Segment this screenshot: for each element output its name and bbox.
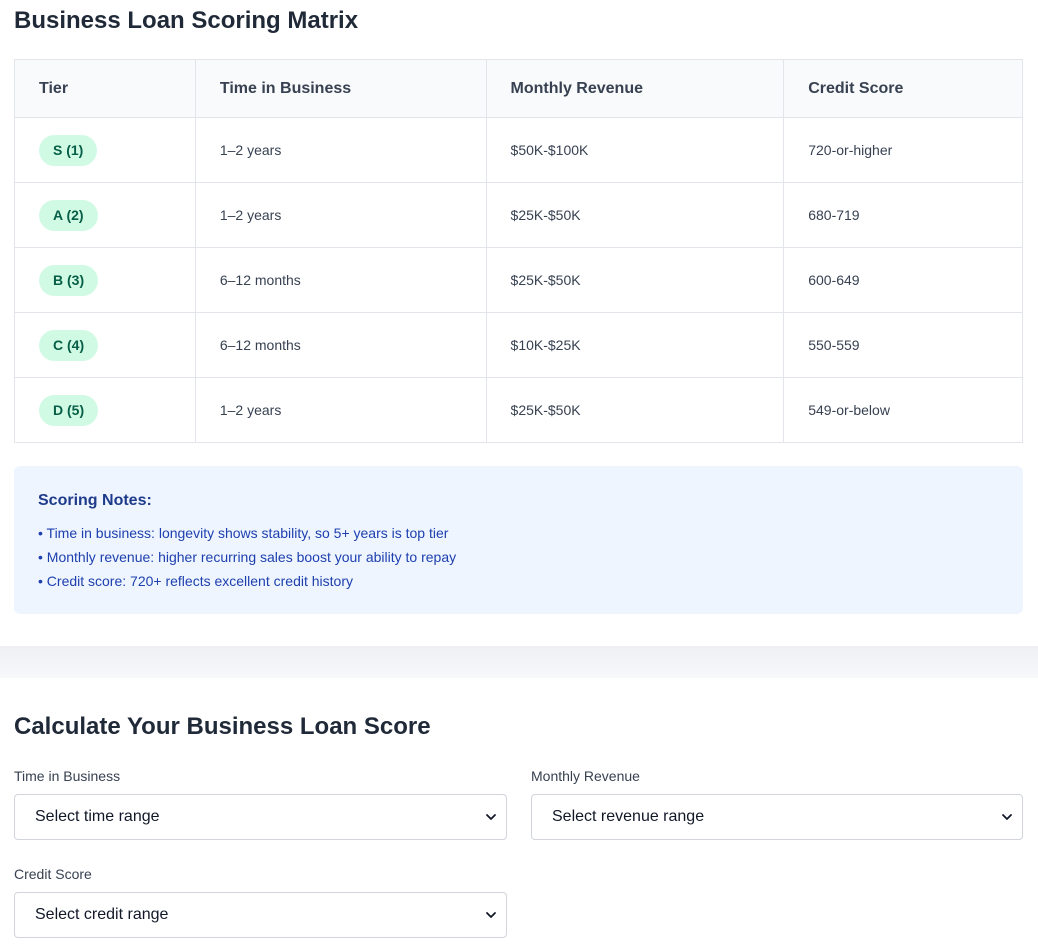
monthly-revenue-select[interactable]: Select revenue range	[531, 794, 1023, 840]
note-item: • Credit score: 720+ reflects excellent …	[38, 573, 353, 589]
calculator-title: Calculate Your Business Loan Score	[14, 713, 431, 740]
revenue-cell: $25K-$50K	[485, 377, 785, 443]
time-cell: 6–12 months	[194, 247, 487, 313]
table-row: C (4) 6–12 months $10K-$25K 550-559	[14, 312, 1023, 378]
scoring-notes-title: Scoring Notes:	[38, 492, 152, 509]
tier-cell: A (2)	[14, 182, 196, 248]
time-in-business-value: Select time range	[35, 808, 160, 825]
header-credit-score: Credit Score	[783, 59, 1023, 118]
note-item: • Monthly revenue: higher recurring sale…	[38, 549, 457, 565]
note-item: • Time in business: longevity shows stab…	[38, 525, 449, 541]
table-row: S (1) 1–2 years $50K-$100K 720-or-higher	[14, 117, 1023, 183]
table-row: B (3) 6–12 months $25K-$50K 600-649	[14, 247, 1023, 313]
credit-score-value: Select credit range	[35, 906, 169, 923]
time-cell: 6–12 months	[194, 312, 487, 378]
table-row: D (5) 1–2 years $25K-$50K 549-or-below	[14, 377, 1023, 443]
section-divider	[0, 646, 1038, 678]
tier-cell: B (3)	[14, 247, 196, 313]
tier-cell: S (1)	[14, 117, 196, 183]
revenue-cell: $10K-$25K	[485, 312, 785, 378]
credit-cell: 720-or-higher	[783, 117, 1023, 183]
credit-cell: 549-or-below	[783, 377, 1023, 443]
table-row: A (2) 1–2 years $25K-$50K 680-719	[14, 182, 1023, 248]
tier-badge: B (3)	[39, 264, 99, 296]
credit-cell: 600-649	[783, 247, 1023, 313]
chevron-down-icon	[486, 814, 496, 820]
credit-cell: 550-559	[783, 312, 1023, 378]
credit-score-label: Credit Score	[14, 866, 92, 882]
table-header-row: Tier Time in Business Monthly Revenue Cr…	[14, 59, 1023, 118]
tier-cell: C (4)	[14, 312, 196, 378]
revenue-cell: $50K-$100K	[485, 117, 785, 183]
tier-badge: C (4)	[39, 329, 99, 361]
scoring-matrix-table: Tier Time in Business Monthly Revenue Cr…	[14, 59, 1023, 443]
time-cell: 1–2 years	[194, 182, 487, 248]
tier-badge: D (5)	[39, 394, 99, 426]
revenue-cell: $25K-$50K	[485, 247, 785, 313]
header-time-in-business: Time in Business	[194, 59, 487, 118]
scoring-matrix-panel: Business Loan Scoring Matrix Tier Time i…	[0, 0, 1038, 646]
tier-cell: D (5)	[14, 377, 196, 443]
chevron-down-icon	[1002, 814, 1012, 820]
time-in-business-label: Time in Business	[14, 768, 121, 784]
chevron-down-icon	[486, 912, 496, 918]
tier-badge: A (2)	[39, 199, 98, 231]
monthly-revenue-label: Monthly Revenue	[531, 768, 640, 784]
time-cell: 1–2 years	[194, 117, 487, 183]
tier-badge: S (1)	[39, 134, 98, 166]
header-monthly-revenue: Monthly Revenue	[485, 59, 785, 118]
credit-cell: 680-719	[783, 182, 1023, 248]
header-tier: Tier	[14, 59, 196, 118]
matrix-title: Business Loan Scoring Matrix	[14, 7, 359, 34]
time-in-business-select[interactable]: Select time range	[14, 794, 507, 840]
scoring-notes-box: Scoring Notes: • Time in business: longe…	[14, 466, 1023, 614]
credit-score-select[interactable]: Select credit range	[14, 892, 507, 938]
monthly-revenue-value: Select revenue range	[552, 808, 705, 825]
revenue-cell: $25K-$50K	[485, 182, 785, 248]
time-cell: 1–2 years	[194, 377, 487, 443]
